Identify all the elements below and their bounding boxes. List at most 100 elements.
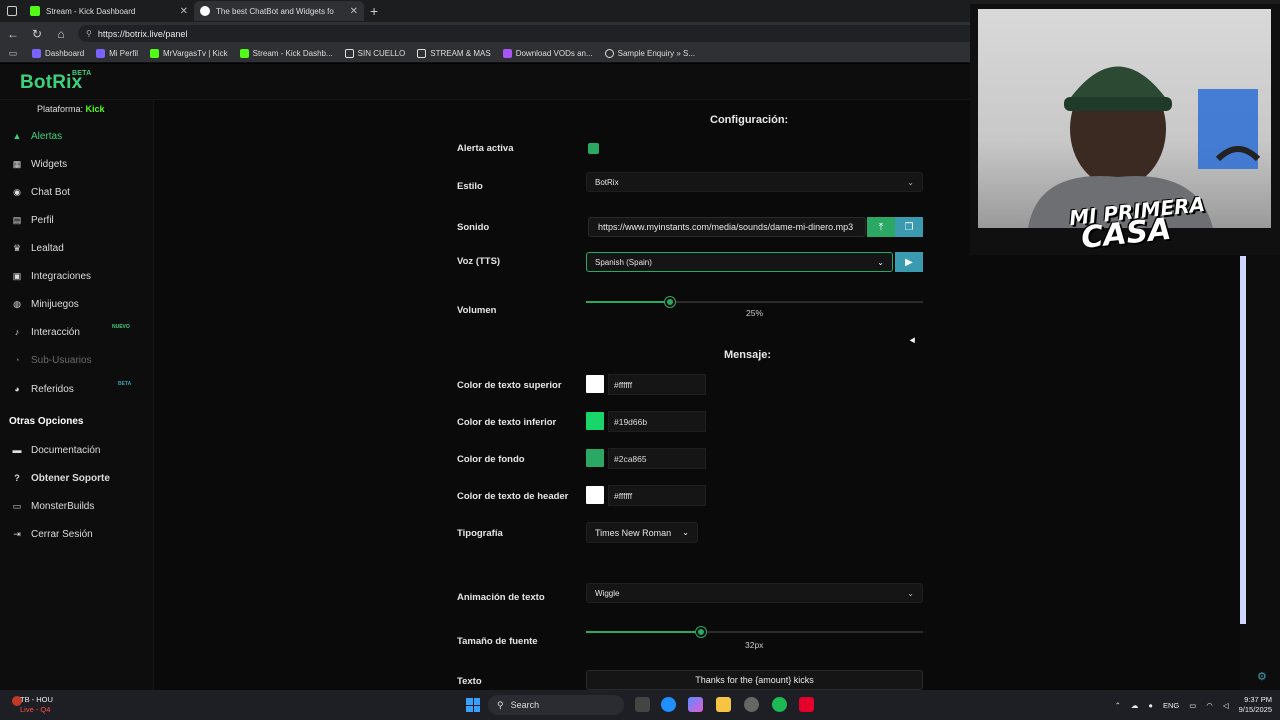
gallery-icon: ❐ — [904, 221, 914, 233]
color-header-label: Color de texto de header — [457, 491, 569, 502]
sidebar-item-lealtad[interactable]: ♛ Lealtad — [12, 240, 64, 256]
bookmark-sample-enquiry[interactable]: Sample Enquiry » S... — [604, 49, 695, 58]
color-background-input[interactable]: #2ca865 — [608, 448, 706, 469]
color-header-swatch[interactable] — [586, 486, 604, 504]
sidebar-item-integraciones[interactable]: ▣ Integraciones — [12, 268, 91, 284]
color-top-label: Color de texto superior — [457, 380, 562, 391]
tab-title: The best ChatBot and Widgets fo — [216, 6, 334, 16]
taskbar-clock[interactable]: 9:37 PM 9/15/2025 — [1239, 695, 1272, 715]
taskbar-search[interactable]: ⚲ Search — [488, 695, 624, 715]
profile-icon: ▤ — [12, 214, 22, 225]
sidebar-item-label: Widgets — [31, 158, 68, 170]
color-bottom-swatch[interactable] — [586, 412, 604, 430]
chrome-icon[interactable] — [744, 697, 759, 712]
play-icon: ▶ — [905, 256, 913, 268]
back-icon[interactable]: ← — [6, 27, 20, 41]
chevron-down-icon: ⌄ — [907, 588, 914, 598]
sidebar-item-monsterbuilds[interactable]: ▭ MonsterBuilds — [12, 498, 95, 514]
upload-sound-button[interactable]: ⤒ — [867, 217, 895, 237]
new-tab-icon[interactable]: + — [370, 3, 378, 19]
tab-kick-dashboard[interactable]: Stream - Kick Dashboard ✕ — [24, 1, 194, 21]
voice-select[interactable]: Spanish (Spain) ⌄ — [586, 252, 893, 272]
sidebar-item-widgets[interactable]: ▦ Widgets — [12, 156, 67, 172]
sidebar-item-interaccion[interactable]: ♪ Interacción — [12, 324, 80, 340]
language-indicator[interactable]: ENG — [1163, 701, 1179, 710]
sidebar-item-label: Interacción — [31, 326, 80, 338]
edge-icon[interactable] — [661, 697, 676, 712]
botrix-icon — [32, 49, 41, 58]
sidebar-toggle-icon[interactable]: ▭ — [6, 48, 20, 59]
tab-botrix[interactable]: The best ChatBot and Widgets fo ✕ — [194, 1, 364, 21]
search-icon: ⚲ — [497, 699, 504, 710]
sidebar-item-label: MonsterBuilds — [31, 500, 95, 512]
tab-actions-icon[interactable] — [0, 0, 24, 22]
volume-icon[interactable]: ◁ — [1223, 701, 1229, 710]
laptop-icon: ▭ — [12, 500, 22, 511]
settings-gear-icon[interactable]: ⚙ — [1257, 670, 1267, 683]
style-select[interactable]: BotRix ⌄ — [586, 172, 923, 192]
color-background-swatch[interactable] — [586, 449, 604, 467]
kick-icon — [239, 49, 249, 58]
copilot-icon[interactable] — [688, 697, 703, 712]
bookmark-kick-dashboard[interactable]: Stream - Kick Dashb... — [239, 49, 333, 58]
sound-url-input[interactable]: https://www.myinstants.com/media/sounds/… — [588, 217, 866, 237]
sidebar-item-alertas[interactable]: ▲ Alertas — [12, 128, 63, 144]
font-size-slider[interactable] — [586, 627, 923, 637]
opera-icon[interactable] — [799, 697, 814, 712]
taskbar-widget[interactable]: TB - HOU Live - Q4 — [12, 695, 53, 715]
beta-badge: BETA — [72, 70, 92, 77]
voice-label: Voz (TTS) — [457, 256, 501, 267]
users-icon: ◔ — [14, 355, 20, 365]
task-view-icon[interactable] — [635, 697, 650, 712]
color-header-input[interactable]: #ffffff — [608, 485, 706, 506]
bookmark-download-vods[interactable]: Download VODs an... — [502, 49, 593, 58]
sound-library-button[interactable]: ❐ — [895, 217, 923, 237]
trophy-icon: ♛ — [12, 242, 22, 253]
kick-icon — [30, 6, 40, 16]
bookmark-mrvargastv[interactable]: MrVargasTv | Kick — [150, 49, 228, 58]
help-icon: ? — [14, 473, 20, 483]
file-explorer-icon[interactable] — [716, 697, 731, 712]
sidebar-item-chat-bot[interactable]: ◉ Chat Bot — [12, 184, 70, 200]
bookmark-mi-perfil[interactable]: Mi Perfil — [96, 49, 138, 58]
volume-slider[interactable] — [586, 297, 923, 307]
chevron-up-icon[interactable]: ⌃ — [1115, 701, 1121, 710]
sidebar-item-documentacion[interactable]: ▬ Documentación — [12, 442, 101, 458]
active-alert-checkbox[interactable] — [588, 143, 599, 154]
color-bottom-input[interactable]: #19d66b — [608, 411, 706, 432]
reload-icon[interactable]: ↻ — [30, 27, 44, 41]
font-size-slider-handle[interactable] — [695, 627, 706, 637]
spotify-icon[interactable] — [772, 697, 787, 712]
site-info-icon[interactable]: ⚲ — [86, 29, 92, 38]
sidebar-item-referidos[interactable]: ◕ Referidos — [12, 381, 74, 397]
volume-value: 25% — [746, 308, 764, 318]
font-size-label: Tamaño de fuente — [457, 636, 538, 647]
bookmark-dashboard[interactable]: Dashboard — [32, 49, 84, 58]
animation-select[interactable]: Wiggle ⌄ — [586, 583, 923, 603]
windows-start-icon[interactable] — [466, 698, 480, 712]
bookmark-sin-cuello[interactable]: SIN CUELLO — [344, 49, 405, 58]
cloud-icon[interactable]: ☁ — [1131, 701, 1139, 710]
sidebar-item-soporte[interactable]: ? Obtener Soporte — [12, 470, 110, 486]
botrix-logo[interactable]: BotRix BETA — [20, 70, 91, 94]
message-text-input[interactable]: Thanks for the {amount} kicks — [586, 670, 923, 690]
microphone-icon[interactable]: ● — [1148, 701, 1153, 710]
sidebar-item-cerrar-sesion[interactable]: ⇥ Cerrar Sesión — [12, 526, 93, 542]
play-voice-button[interactable]: ▶ — [895, 252, 923, 272]
close-icon[interactable]: ✕ — [350, 6, 358, 17]
color-top-swatch[interactable] — [586, 375, 604, 393]
chevron-down-icon: ⌄ — [682, 528, 689, 537]
close-icon[interactable]: ✕ — [180, 6, 188, 17]
page-scrollbar-thumb[interactable] — [1240, 256, 1246, 624]
sidebar-item-perfil[interactable]: ▤ Perfil — [12, 212, 54, 228]
sidebar-item-minijuegos[interactable]: ◍ Minijuegos — [12, 296, 79, 312]
botrix-icon — [200, 6, 210, 16]
sidebar-item-label: Cerrar Sesión — [31, 528, 93, 540]
animation-value: Wiggle — [595, 588, 620, 598]
monitor-icon[interactable]: ▭ — [1189, 701, 1196, 710]
wifi-icon[interactable]: ◠ — [1206, 701, 1213, 710]
bookmark-stream-mas[interactable]: STREAM & MAS — [417, 49, 491, 58]
font-select[interactable]: Times New Roman ⌄ — [586, 522, 698, 543]
color-top-input[interactable]: #ffffff — [608, 374, 706, 395]
home-icon[interactable]: ⌂ — [54, 27, 68, 41]
